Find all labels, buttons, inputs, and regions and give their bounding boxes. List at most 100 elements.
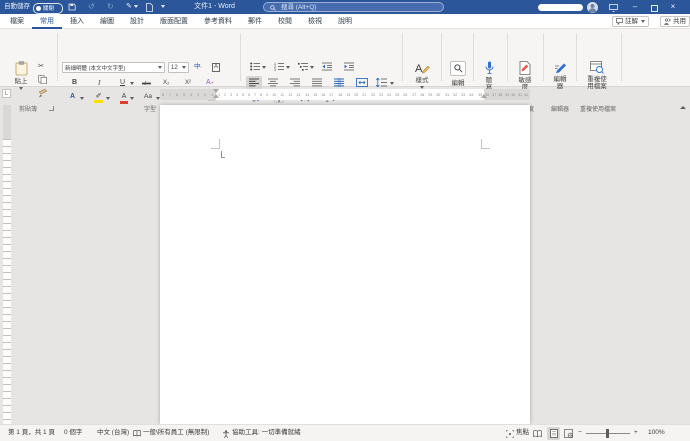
undo-icon[interactable]: ↺ [88, 0, 95, 14]
font-color-icon[interactable]: A [120, 92, 128, 104]
ruler-number: 3 [230, 92, 232, 97]
first-line-indent-marker[interactable] [213, 89, 219, 93]
ruler-number: 2 [204, 92, 206, 97]
font-name-combo[interactable]: 新細明體 (本文中文字型) [62, 62, 165, 73]
quick-access-more-icon[interactable] [161, 0, 165, 14]
collapse-ribbon-icon[interactable] [680, 106, 686, 109]
multilevel-dropdown[interactable] [310, 66, 314, 69]
underline-button[interactable]: U [120, 78, 125, 88]
line-spacing-dropdown[interactable] [390, 82, 394, 85]
superscript-button[interactable]: X² [185, 78, 191, 88]
autosave-toggle[interactable]: 關閉 [33, 3, 63, 14]
justify-button[interactable] [312, 78, 323, 87]
tab-design[interactable]: 設計 [122, 14, 152, 29]
increase-indent-icon[interactable] [344, 62, 355, 71]
accessibility-status[interactable]: 協助工具: 一切準備就緒 [232, 425, 301, 441]
ink-pen-icon[interactable]: ✎ [126, 0, 138, 14]
ruler-number: 31 [445, 92, 449, 97]
right-indent-marker[interactable] [481, 94, 487, 98]
ruler-number: 15 [313, 92, 317, 97]
multilevel-list-icon[interactable] [298, 62, 309, 71]
reuse-files-button[interactable]: 重複使用檔案 [580, 61, 614, 90]
subscript-button[interactable]: X₂ [163, 78, 169, 88]
tab-insert[interactable]: 插入 [62, 14, 92, 29]
align-left-button[interactable] [246, 76, 262, 89]
language-status[interactable]: 中文 (台灣) [97, 425, 129, 441]
text-effects-icon[interactable]: A✦ [206, 78, 214, 88]
ruler-number: 40 [512, 92, 516, 97]
distribute-text-icon[interactable] [334, 78, 345, 87]
zoom-slider-thumb[interactable] [606, 429, 609, 438]
tab-review[interactable]: 校閱 [270, 14, 300, 29]
tab-file[interactable]: 檔案 [2, 14, 32, 29]
word-count-status[interactable]: 0 個字 [64, 425, 82, 441]
font-size-combo[interactable]: 12 [168, 62, 189, 73]
hanging-indent-marker[interactable] [213, 94, 219, 98]
tab-references[interactable]: 參考資料 [196, 14, 240, 29]
align-center-button[interactable] [268, 78, 279, 87]
user-avatar[interactable] [587, 2, 598, 13]
close-button[interactable]: × [665, 0, 681, 14]
search-input[interactable]: 搜尋 (Alt+Q) [263, 2, 444, 12]
underline-dropdown[interactable] [130, 82, 134, 85]
format-painter-icon[interactable] [38, 88, 48, 98]
tab-layout[interactable]: 版面配置 [152, 14, 196, 29]
vertical-ruler[interactable] [3, 105, 11, 424]
tab-mailings[interactable]: 郵件 [240, 14, 270, 29]
ruler-number: 23 [379, 92, 383, 97]
decrease-indent-icon[interactable] [322, 62, 333, 71]
phonetic-guide-icon[interactable]: 中፡ [194, 62, 201, 72]
highlight-icon[interactable]: ✐ [94, 92, 103, 103]
share-button[interactable]: 共用 [660, 16, 690, 27]
tab-stop-selector[interactable]: L [2, 89, 11, 98]
change-case-button[interactable]: Aa [144, 92, 152, 102]
cut-icon[interactable]: ✂ [38, 62, 44, 72]
sensitivity-book-icon [133, 430, 141, 441]
line-spacing-icon[interactable] [376, 78, 388, 87]
bold-button[interactable]: B [72, 78, 77, 88]
web-layout-button[interactable] [564, 429, 573, 441]
numbering-dropdown[interactable] [286, 66, 290, 69]
bullets-dropdown[interactable] [262, 66, 266, 69]
paste-button[interactable]: 貼上 [8, 61, 34, 92]
sensitivity-status[interactable]: 一般\所有員工 (無限制) [143, 425, 209, 441]
print-layout-button[interactable] [547, 427, 560, 440]
document-title: 文件1 - Word [172, 0, 257, 14]
dictate-button[interactable]: 聽寫 [478, 61, 500, 91]
ruler-number: 39 [505, 92, 509, 97]
comments-button[interactable]: 註解 [612, 16, 649, 27]
character-border-icon[interactable]: A [212, 62, 220, 72]
editor-button[interactable]: 編輯器 [547, 61, 573, 90]
tab-home[interactable]: 常用 [32, 14, 62, 29]
document-page[interactable] [160, 105, 530, 424]
page-number-status[interactable]: 第 1 頁，共 1 頁 [8, 425, 55, 441]
copy-icon[interactable] [38, 75, 47, 84]
strikethrough-button[interactable]: abc [142, 79, 151, 89]
italic-button[interactable]: I [98, 78, 100, 88]
numbering-icon[interactable]: 123 [274, 62, 285, 71]
styles-button[interactable]: A 樣式 [406, 61, 438, 91]
zoom-in-button[interactable]: + [634, 425, 638, 441]
fit-text-icon[interactable] [356, 78, 368, 87]
align-right-button[interactable] [290, 78, 301, 87]
highlight-dropdown[interactable] [106, 97, 110, 100]
read-mode-button[interactable] [533, 430, 542, 441]
tab-draw[interactable]: 繪圖 [92, 14, 122, 29]
text-effects-color-icon[interactable]: A [70, 92, 75, 102]
horizontal-ruler[interactable]: 87654321 1234567891011121314151617181920… [160, 89, 530, 100]
clipboard-dialog-launcher[interactable] [49, 106, 54, 111]
user-name-pill[interactable] [538, 4, 583, 12]
tab-help[interactable]: 說明 [330, 14, 360, 29]
font-color-dropdown[interactable] [130, 97, 134, 100]
zoom-out-button[interactable]: − [578, 425, 582, 441]
text-effects-dropdown[interactable] [80, 97, 84, 100]
ruler-number: 17 [330, 92, 334, 97]
redo-icon[interactable]: ↻ [107, 0, 114, 14]
ruler-number: 20 [354, 92, 358, 97]
tab-view[interactable]: 檢視 [300, 14, 330, 29]
zoom-level[interactable]: 100% [648, 425, 665, 441]
bullets-icon[interactable] [250, 62, 261, 71]
minimize-button[interactable]: – [627, 0, 643, 14]
ruler-number: 16 [321, 92, 325, 97]
focus-button[interactable]: 焦點 [516, 425, 529, 441]
